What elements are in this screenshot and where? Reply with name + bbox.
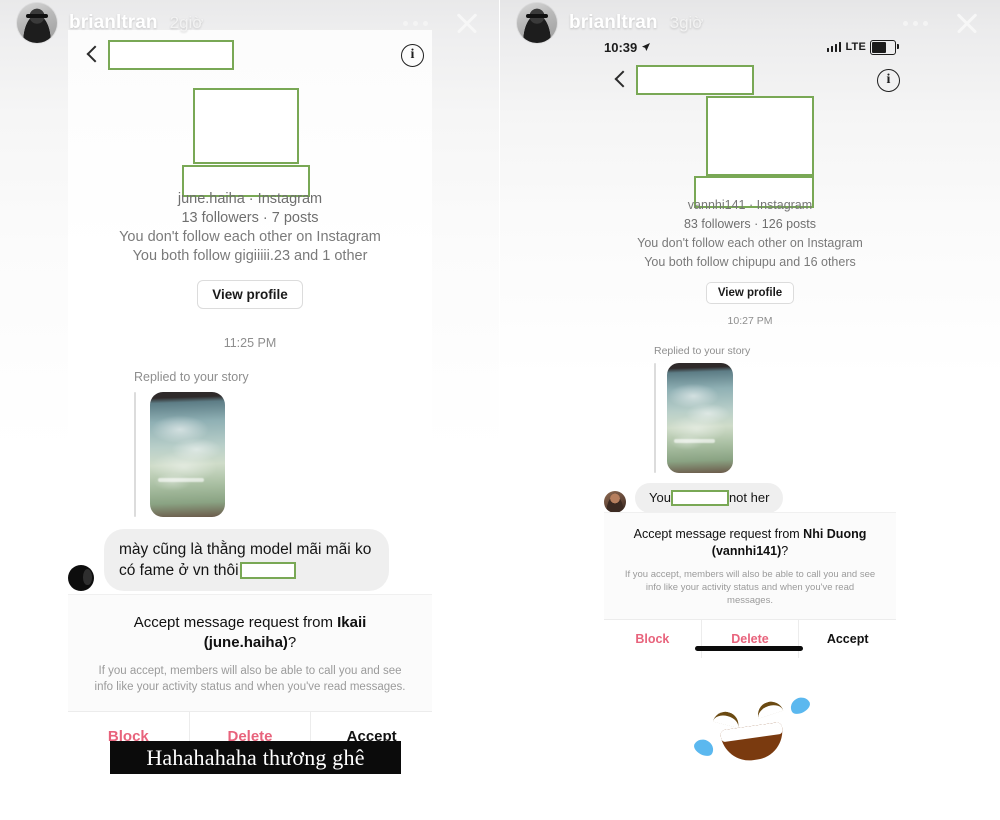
message-bubble[interactable]: mày cũng là thằng model mãi mãi ko có fa… bbox=[104, 529, 389, 591]
story-avatar-left[interactable] bbox=[17, 3, 57, 43]
message-row: mày cũng là thằng model mãi mãi ko có fa… bbox=[68, 529, 432, 591]
request-title: Accept message request from Nhi Duong (v… bbox=[622, 526, 878, 560]
profile-handle: june.haiha · Instagram bbox=[177, 191, 323, 207]
back-chevron-icon[interactable] bbox=[84, 46, 102, 64]
profile-handle: vannhi141 · Instagram bbox=[687, 198, 813, 212]
profile-relation-secondary: You both follow gigiiiii.23 and 1 other bbox=[132, 248, 368, 264]
close-icon[interactable] bbox=[452, 8, 482, 38]
redaction-box-profile-photo bbox=[193, 88, 299, 164]
caption-sticker-left: Hahahahaha thương ghê bbox=[110, 741, 401, 774]
view-profile-button[interactable]: View profile bbox=[197, 280, 303, 309]
thumbnail-texture bbox=[150, 392, 225, 517]
profile-stats: 83 followers · 126 posts bbox=[683, 217, 816, 231]
redaction-box-profile-photo bbox=[706, 96, 814, 176]
caption-text: Hahahahaha thương ghê bbox=[146, 744, 365, 770]
replied-to-story-label: Replied to your story bbox=[134, 370, 249, 384]
rofl-emoji-icon bbox=[691, 666, 813, 784]
sunglasses-icon bbox=[25, 14, 49, 18]
story-reply-quote[interactable] bbox=[654, 363, 896, 473]
request-actions: Block Delete Accept bbox=[604, 619, 896, 658]
request-title-prefix: Accept message request from bbox=[133, 614, 338, 631]
thumbnail-caption-blur bbox=[157, 478, 204, 483]
request-title-prefix: Accept message request from bbox=[633, 527, 804, 541]
conversation-right: 10:27 PM Replied to your story You not he… bbox=[604, 315, 896, 513]
profile-info-left: june.haiha · Instagram 13 followers · 7 … bbox=[0, 190, 500, 309]
thumbnail-caption-blur bbox=[673, 438, 715, 443]
request-body: Accept message request from Nhi Duong (v… bbox=[604, 512, 896, 619]
request-subtitle: If you accept, members will also be able… bbox=[94, 665, 406, 693]
story-reply-quote[interactable] bbox=[134, 392, 432, 517]
request-title-suffix: ? bbox=[287, 634, 297, 651]
dm-nav-right: i bbox=[608, 64, 900, 96]
message-request-card-right: Accept message request from Nhi Duong (v… bbox=[604, 512, 896, 658]
info-icon[interactable]: i bbox=[877, 68, 900, 92]
request-subtitle: If you accept, members will also be able… bbox=[624, 569, 876, 606]
avatar-photo bbox=[17, 3, 57, 43]
view-profile-button[interactable]: View profile bbox=[705, 282, 795, 304]
thumbnail-texture bbox=[667, 363, 733, 473]
story-timestamp-left: 2giờ bbox=[169, 13, 204, 32]
message-timestamp: 10:27 PM bbox=[727, 315, 773, 327]
reaction-emoji-sticker bbox=[691, 666, 814, 786]
back-chevron-icon[interactable] bbox=[612, 71, 630, 89]
redaction-box-nav-name bbox=[108, 40, 234, 70]
more-options-icon[interactable] bbox=[403, 20, 428, 26]
message-text-before: You bbox=[649, 490, 671, 505]
delete-button[interactable]: Delete bbox=[702, 620, 800, 658]
replied-to-story-label: Replied to your story bbox=[654, 345, 751, 357]
redaction-box-nav-name bbox=[636, 65, 754, 95]
request-title-suffix: ? bbox=[781, 544, 789, 558]
message-bubble[interactable]: You not her bbox=[635, 483, 784, 513]
profile-relation-primary: You don't follow each other on Instagram bbox=[119, 229, 381, 245]
request-body: Accept message request from Ikaii (june.… bbox=[68, 594, 432, 711]
message-request-card-left: Accept message request from Ikaii (june.… bbox=[68, 594, 432, 761]
message-row: You not her bbox=[604, 483, 896, 513]
dm-nav-left: i bbox=[80, 38, 424, 72]
profile-info-right: vannhi141 · Instagram 83 followers · 126… bbox=[500, 196, 1000, 304]
info-icon[interactable]: i bbox=[401, 43, 424, 67]
sender-avatar[interactable] bbox=[604, 491, 626, 513]
quote-bar bbox=[654, 363, 656, 473]
sender-avatar[interactable] bbox=[68, 565, 94, 591]
story-thumbnail[interactable] bbox=[150, 392, 225, 517]
profile-stats: 13 followers · 7 posts bbox=[181, 210, 319, 226]
profile-relation-secondary: You both follow chipupu and 16 others bbox=[644, 255, 856, 269]
conversation-left: 11:25 PM Replied to your story mày cũng … bbox=[68, 336, 432, 591]
profile-relation-primary: You don't follow each other on Instagram bbox=[637, 236, 863, 250]
request-title: Accept message request from Ikaii (june.… bbox=[92, 613, 408, 653]
block-button[interactable]: Block bbox=[604, 620, 702, 658]
story-actions-left bbox=[403, 8, 482, 38]
accept-button[interactable]: Accept bbox=[799, 620, 896, 658]
redaction-box-message bbox=[239, 562, 296, 580]
redaction-box-message bbox=[670, 490, 729, 506]
story-username-left[interactable]: brianltran bbox=[69, 12, 158, 34]
home-indicator bbox=[695, 646, 803, 651]
story-thumbnail[interactable] bbox=[667, 363, 733, 473]
screenshot-stage: brianltran 2giờ i june.haiha · Instagram… bbox=[0, 0, 1000, 820]
story-panel-left: brianltran 2giờ i june.haiha · Instagram… bbox=[0, 0, 500, 820]
quote-bar bbox=[134, 392, 136, 517]
message-timestamp: 11:25 PM bbox=[223, 336, 277, 350]
message-text-after: not her bbox=[728, 490, 770, 505]
